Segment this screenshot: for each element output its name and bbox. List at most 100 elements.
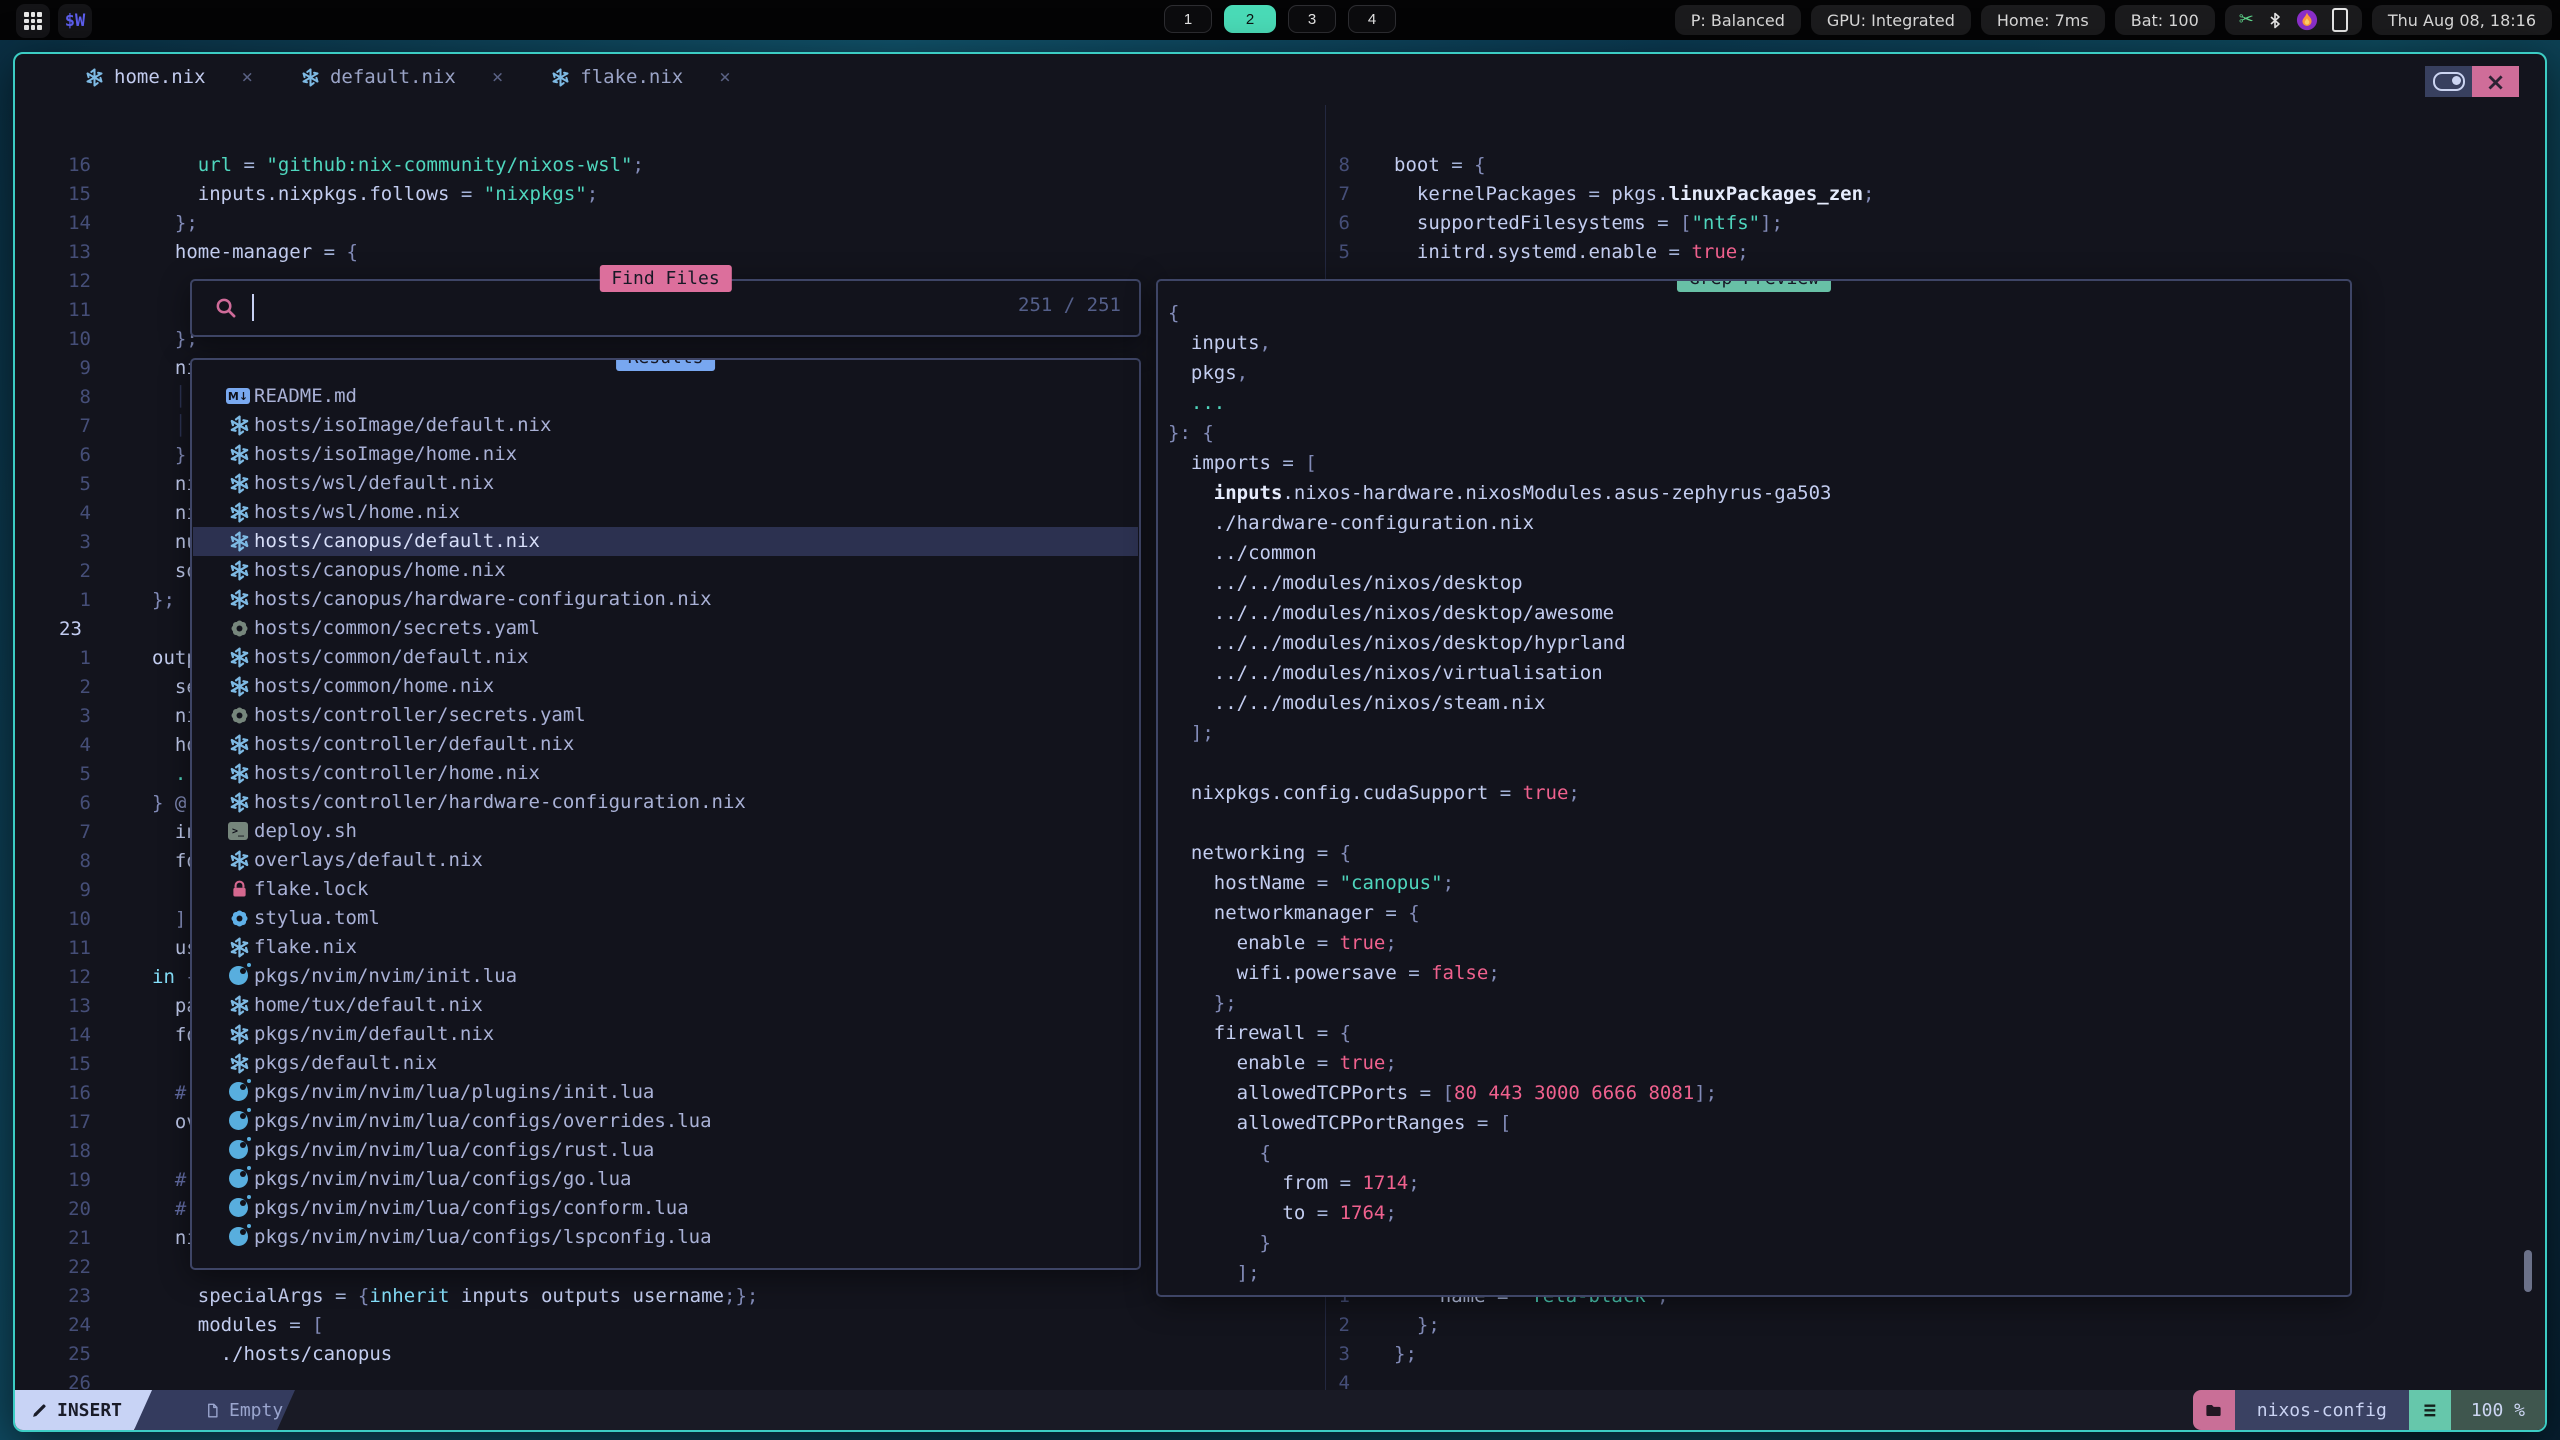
nix-icon [301,68,320,87]
nix-icon [229,763,250,784]
result-row[interactable]: hosts/isoImage/default.nix [193,411,1138,440]
status-pill-0: P: Balanced [1675,5,1801,35]
result-row[interactable]: hosts/common/home.nix [193,672,1138,701]
tab-close-icon[interactable]: × [719,66,730,88]
result-row[interactable]: pkgs/nvim/nvim/lua/plugins/init.lua [193,1078,1138,1107]
code-line[interactable]: 7 kernelPackages = pkgs.linuxPackages_ze… [15,180,2545,209]
lines-icon: ≡ [2409,1390,2451,1430]
line-number: 15 [35,1050,91,1079]
tab-label: home.nix [114,66,206,88]
result-row[interactable]: hosts/canopus/home.nix [193,556,1138,585]
tray[interactable]: ✂ [2225,5,2362,35]
code-text: supportedFilesystems = ["ntfs"]; [1394,209,1783,238]
line-number: 9 [35,876,91,905]
preview-line: ../../modules/nixos/desktop [1168,568,1523,598]
gear-icon [229,618,250,639]
line-number: 3 [35,528,91,557]
line-number: 1 [35,586,91,615]
tab-home.nix[interactable]: home.nix × [61,54,277,100]
result-file-name: README.md [254,382,357,411]
preview-line: from = 1714; [1168,1168,1420,1198]
line-number: 14 [35,1021,91,1050]
preview-line: firewall = { [1168,1018,1351,1048]
statusline-right: nixos-config ≡ 100 % [2193,1390,2545,1430]
nix-icon [229,850,250,871]
result-row[interactable]: pkgs/nvim/nvim/lua/configs/rust.lua [193,1136,1138,1165]
scrollbar-thumb[interactable] [2524,1250,2532,1292]
nix-icon [229,473,250,494]
nix-icon [229,1053,250,1074]
find-files-title: Find Files [599,265,731,292]
code-line[interactable]: 5 initrd.systemd.enable = true; [15,238,2545,267]
result-row[interactable]: pkgs/nvim/nvim/lua/configs/overrides.lua [193,1107,1138,1136]
code-line[interactable]: 2 }; [15,1311,2545,1340]
result-row[interactable]: hosts/controller/secrets.yaml [193,701,1138,730]
code-line[interactable]: 6 supportedFilesystems = ["ntfs"]; [15,209,2545,238]
result-row[interactable]: hosts/controller/home.nix [193,759,1138,788]
result-row[interactable]: pkgs/default.nix [193,1049,1138,1078]
result-row[interactable]: hosts/canopus/default.nix [193,527,1138,556]
result-row[interactable]: pkgs/nvim/nvim/init.lua [193,962,1138,991]
result-row[interactable]: hosts/common/secrets.yaml [193,614,1138,643]
preview-line: networking = { [1168,838,1351,868]
workspace-button-1[interactable]: 1 [1164,5,1212,33]
result-row[interactable]: home/tux/default.nix [193,991,1138,1020]
results-panel: Results M↓README.mdhosts/isoImage/defaul… [190,358,1141,1270]
line-number: 6 [1305,209,1350,238]
code-text: initrd.systemd.enable = true; [1394,238,1749,267]
result-row[interactable]: hosts/isoImage/home.nix [193,440,1138,469]
line-number: 10 [35,905,91,934]
clock[interactable]: Thu Aug 08, 18:16 [2372,5,2552,35]
code-line[interactable]: 3}; [15,1340,2545,1369]
tab-close-icon[interactable]: × [492,66,503,88]
preview-line: ../common [1168,538,1317,568]
window-close-button[interactable]: × [2472,66,2519,97]
tab-flake.nix[interactable]: flake.nix× [527,54,754,100]
result-row[interactable]: >_deploy.sh [193,817,1138,846]
file-state: Empty [229,1400,283,1421]
workspace-button-3[interactable]: 3 [1288,5,1336,33]
workspace-button-2[interactable]: 2 [1224,5,1276,33]
toggle-button[interactable] [2425,66,2472,97]
gear-icon [229,705,250,726]
result-row[interactable]: pkgs/nvim/default.nix [193,1020,1138,1049]
launcher-button[interactable] [16,4,50,38]
find-files-panel[interactable]: Find Files 251 / 251 [190,279,1141,337]
project-badge [2193,1390,2235,1430]
result-file-name: pkgs/nvim/default.nix [254,1020,494,1049]
result-row[interactable]: hosts/wsl/home.nix [193,498,1138,527]
result-row[interactable]: M↓README.md [193,382,1138,411]
result-row[interactable]: overlays/default.nix [193,846,1138,875]
tab-default.nix[interactable]: default.nix× [277,54,527,100]
window-controls: × [2425,66,2519,97]
line-number: 21 [35,1224,91,1253]
line-number: 5 [1305,238,1350,267]
code-text: }; [152,586,175,615]
result-row[interactable]: pkgs/nvim/nvim/lua/configs/lspconfig.lua [193,1223,1138,1252]
result-file-name: overlays/default.nix [254,846,483,875]
code-text: # [152,1195,186,1224]
line-number: 2 [35,557,91,586]
apps-grid-icon [24,12,42,30]
result-row[interactable]: flake.nix [193,933,1138,962]
workspace-button-4[interactable]: 4 [1348,5,1396,33]
result-row[interactable]: hosts/canopus/hardware-configuration.nix [193,585,1138,614]
result-row[interactable]: stylua.toml [193,904,1138,933]
result-row[interactable]: hosts/wsl/default.nix [193,469,1138,498]
code-text: }; [1394,1340,1417,1369]
result-row[interactable]: hosts/common/default.nix [193,643,1138,672]
line-number: 3 [1305,1340,1350,1369]
result-row[interactable]: pkgs/nvim/nvim/lua/configs/go.lua [193,1165,1138,1194]
result-row[interactable]: hosts/controller/default.nix [193,730,1138,759]
result-row[interactable]: pkgs/nvim/nvim/lua/configs/conform.lua [193,1194,1138,1223]
status-pill-3: Bat: 100 [2115,5,2215,35]
result-file-name: pkgs/nvim/nvim/lua/configs/overrides.lua [254,1107,712,1136]
preview-line: ../../modules/nixos/desktop/hyprland [1168,628,1626,658]
logo-button[interactable]: $W [58,4,92,38]
preview-line: networkmanager = { [1168,898,1420,928]
result-row[interactable]: flake.lock [193,875,1138,904]
result-row[interactable]: hosts/controller/hardware-configuration.… [193,788,1138,817]
code-line[interactable]: 8boot = { [15,151,2545,180]
tab-close-icon[interactable]: × [242,66,253,88]
bluetooth-icon [2268,12,2282,29]
